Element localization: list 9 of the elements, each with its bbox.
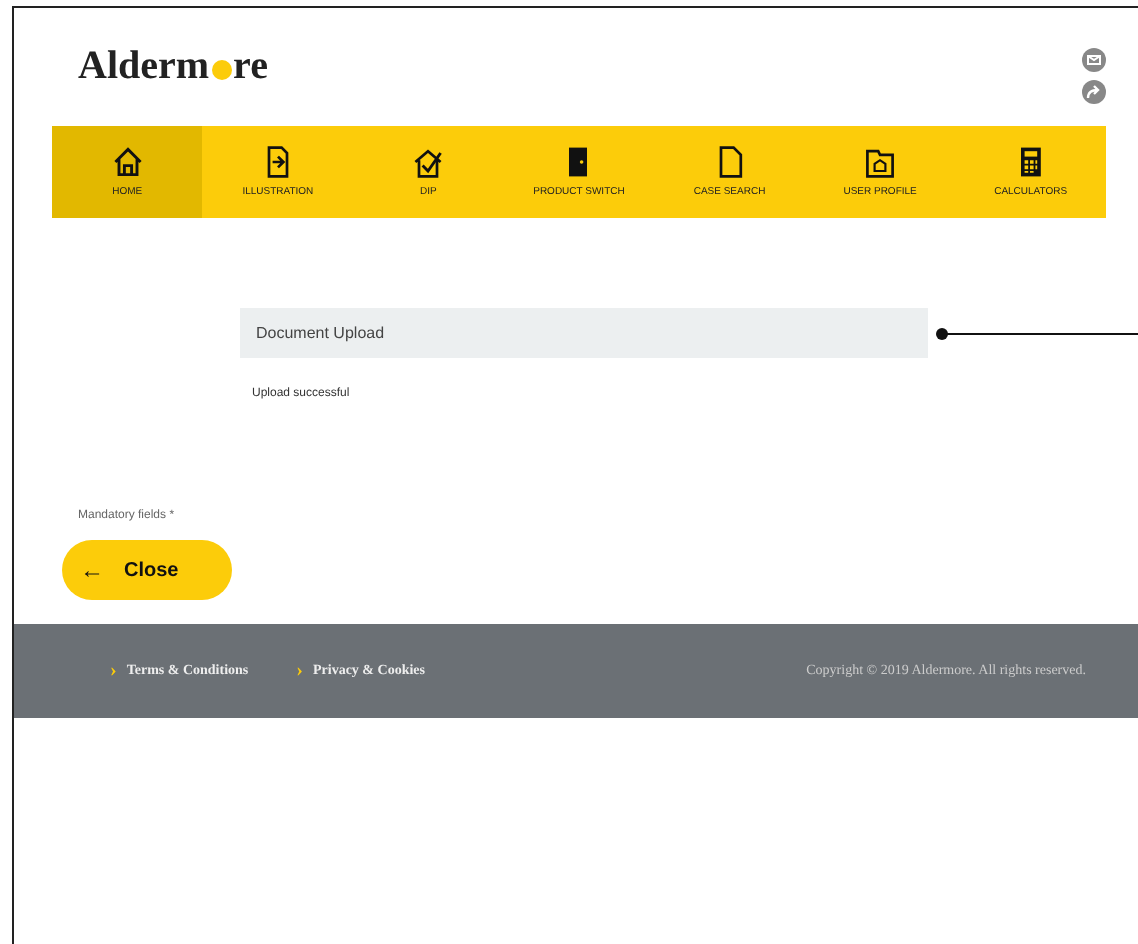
close-button[interactable]: ← Close [62,540,232,600]
chevron-icon: › [296,656,303,686]
logo: Alderm re [78,42,268,92]
arrow-icon: ← [80,552,104,588]
mail-icon[interactable] [1082,48,1106,72]
home-icon [109,143,146,180]
panel-header: Document Upload [240,308,928,358]
chevron-icon: › [110,656,117,686]
share-icon[interactable] [1082,80,1106,104]
